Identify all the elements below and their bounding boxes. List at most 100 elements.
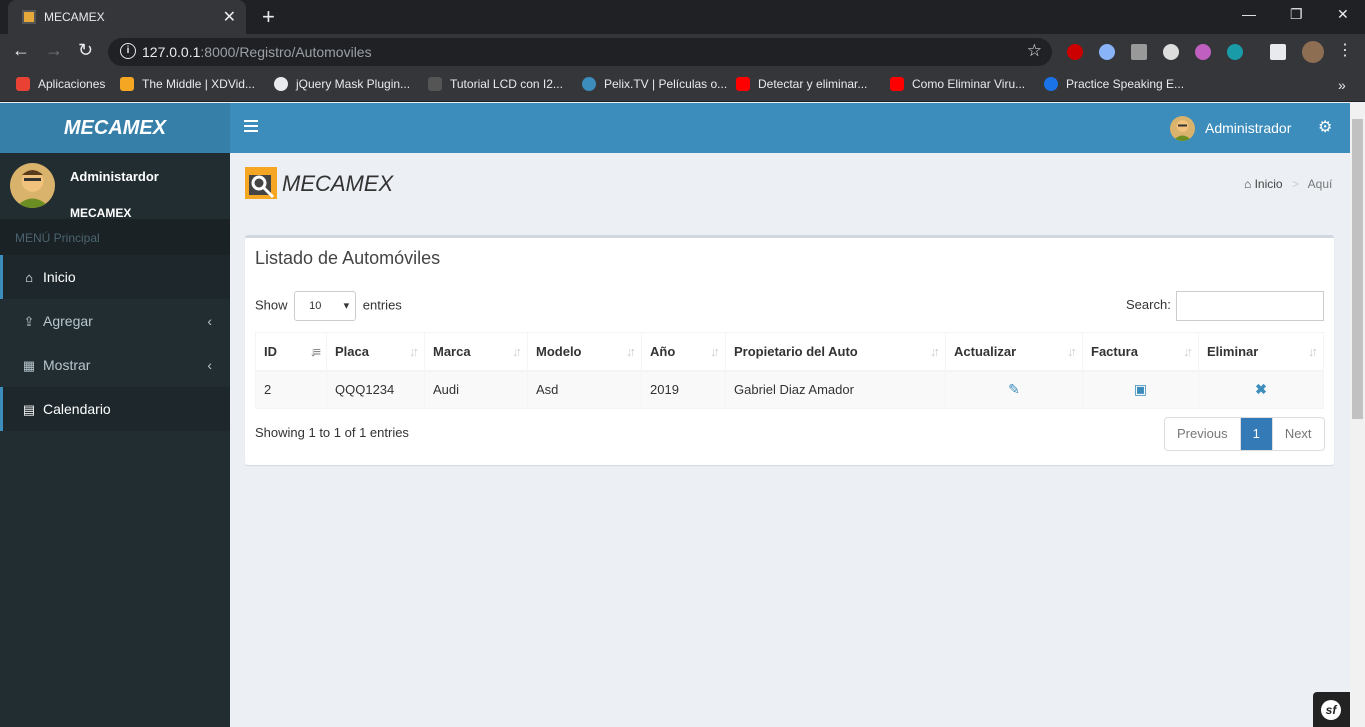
automoviles-table: ID ↓≡ Placa ↓↑ Marca ↓↑ Modelo ↓↑ Año ↓↑ Prop… — [255, 332, 1324, 409]
breadcrumb-home[interactable]: Inicio — [1255, 177, 1283, 191]
scrollbar-thumb[interactable] — [1352, 119, 1363, 419]
new-tab-icon[interactable]: + — [262, 4, 275, 30]
entries-length-select[interactable]: 10 — [294, 291, 357, 321]
sidebar-item-calendario[interactable]: ▤ Calendario — [0, 387, 230, 431]
globe-icon — [274, 77, 288, 91]
upload-icon: ⇪ — [23, 314, 35, 329]
bookmarks-bar: Aplicaciones The Middle | XDVid... jQuer… — [0, 70, 1365, 102]
sort-icon: ↓↑ — [1183, 344, 1193, 359]
browser-toolbar: ← → ↻ i 127.0.0.1:8000/Registro/Automovi… — [0, 34, 1365, 70]
back-icon[interactable]: ← — [12, 40, 30, 61]
column-header-placa[interactable]: Placa ↓↑ — [326, 332, 425, 372]
length-control: Show 10 entries — [255, 291, 402, 321]
bookmark-star-icon[interactable]: ☆ — [1027, 41, 1042, 61]
chevron-left-icon: ‹ — [207, 357, 212, 373]
bookmark-item[interactable]: The Middle | XDVid... — [120, 77, 255, 91]
column-header-eliminar[interactable]: Eliminar ↓↑ — [1198, 332, 1324, 372]
window-close-icon[interactable]: ✕ — [1337, 6, 1349, 23]
cell-factura: ▣ — [1082, 370, 1199, 409]
breadcrumb: ⌂ Inicio > Aquí — [1244, 177, 1333, 191]
extension-icon[interactable] — [1131, 44, 1147, 60]
cell-modelo: Asd — [527, 370, 642, 409]
sidebar-avatar — [10, 163, 55, 208]
browser-menu-icon[interactable]: ⋮ — [1337, 40, 1353, 60]
search-label: Search: — [1126, 297, 1171, 312]
bookmark-item[interactable]: Como Eliminar Viru... — [890, 77, 1025, 91]
column-header-propietario[interactable]: Propietario del Auto ↓↑ — [725, 332, 946, 372]
user-avatar[interactable] — [1170, 116, 1195, 141]
bookmark-item[interactable]: jQuery Mask Plugin... — [274, 77, 410, 91]
bookmark-item[interactable]: Detectar y eliminar... — [736, 77, 867, 91]
address-bar[interactable]: i 127.0.0.1:8000/Registro/Automoviles ☆ — [108, 38, 1052, 66]
mecamex-logo-icon — [245, 167, 277, 199]
sort-icon: ↓↑ — [1308, 344, 1318, 359]
invoice-file-icon[interactable]: ▣ — [1134, 381, 1147, 397]
column-header-anio[interactable]: Año ↓↑ — [641, 332, 726, 372]
sort-icon: ↓↑ — [409, 344, 419, 359]
delete-icon[interactable]: ✖ — [1255, 381, 1267, 397]
reload-icon[interactable]: ↻ — [78, 40, 93, 61]
xd-icon — [120, 77, 134, 91]
symfony-toolbar-toggle[interactable]: sf — [1313, 692, 1350, 727]
apps-grid-icon — [16, 77, 30, 91]
column-header-modelo[interactable]: Modelo ↓↑ — [527, 332, 642, 372]
restore-icon[interactable]: ❐ — [1290, 6, 1303, 23]
url-text: 127.0.0.1:8000/Registro/Automoviles — [142, 44, 372, 60]
adblock-icon[interactable] — [1067, 44, 1083, 60]
sidebar-section-header: MENÚ Principal — [0, 219, 230, 255]
search-input[interactable] — [1176, 291, 1324, 321]
more-bookmarks-icon[interactable]: » — [1338, 77, 1346, 93]
sort-icon: ↓↑ — [1067, 344, 1077, 359]
cell-placa: QQQ1234 — [326, 370, 425, 409]
bookmark-item[interactable]: Practice Speaking E... — [1044, 77, 1184, 91]
pelix-icon — [582, 77, 596, 91]
profile-avatar[interactable] — [1302, 41, 1324, 63]
browser-tab-strip: MECAMEX ✕ + — ❐ ✕ — [0, 0, 1365, 34]
cell-anio: 2019 — [641, 370, 726, 409]
practice-icon — [1044, 77, 1058, 91]
next-page-button[interactable]: Next — [1273, 418, 1324, 450]
forward-icon[interactable]: → — [45, 40, 63, 61]
column-header-actualizar[interactable]: Actualizar ↓↑ — [945, 332, 1083, 372]
extension-icon[interactable] — [1227, 44, 1243, 60]
bookmark-item[interactable]: Pelix.TV | Películas o... — [582, 77, 727, 91]
tab-close-icon[interactable]: ✕ — [223, 7, 236, 27]
page-scrollbar[interactable] — [1350, 103, 1365, 727]
browser-tab[interactable]: MECAMEX ✕ — [8, 0, 246, 34]
user-panel: Administardor MECAMEX — [0, 153, 230, 220]
previous-page-button[interactable]: Previous — [1165, 418, 1241, 450]
column-header-id[interactable]: ID ↓≡ — [255, 332, 327, 372]
sidebar-user-name: Administardor — [70, 169, 159, 184]
top-user-name[interactable]: Administrador — [1205, 120, 1291, 136]
sidebar-item-mostrar[interactable]: ▦ Mostrar ‹ — [0, 343, 230, 387]
symfony-icon: sf — [1321, 700, 1341, 720]
column-header-factura[interactable]: Factura ↓↑ — [1082, 332, 1199, 372]
table-info: Showing 1 to 1 of 1 entries — [255, 425, 409, 440]
bird-icon — [428, 77, 442, 91]
top-navbar: Administrador ⚙ — [230, 103, 1350, 153]
bookmark-item[interactable]: Aplicaciones — [16, 77, 105, 91]
extension-icon[interactable] — [1163, 44, 1179, 60]
media-control-icon[interactable] — [1270, 44, 1286, 60]
cell-id: 2 — [255, 370, 327, 409]
bookmark-item[interactable]: Tutorial LCD con I2... — [428, 77, 563, 91]
page-brand-title: MECAMEX — [282, 171, 394, 196]
calendar-icon: ▤ — [22, 402, 36, 417]
sidebar-item-inicio[interactable]: ⌂ Inicio — [0, 255, 230, 299]
sidebar-toggle-icon[interactable] — [244, 120, 258, 134]
sort-icon: ↓↑ — [710, 344, 720, 359]
page-1-button[interactable]: 1 — [1240, 418, 1273, 450]
sidebar-user-org: MECAMEX — [70, 206, 132, 220]
minimize-icon[interactable]: — — [1242, 6, 1256, 22]
extension-icon[interactable] — [1195, 44, 1211, 60]
sidebar-item-agregar[interactable]: ⇪ Agregar ‹ — [0, 299, 230, 343]
cell-propietario: Gabriel Diaz Amador — [725, 370, 946, 409]
app-logo[interactable]: MECAMEX — [0, 103, 230, 153]
sort-asc-icon: ↓≡ — [309, 344, 321, 359]
table-row: 2 QQQ1234 Audi Asd 2019 Gabriel Diaz Ama… — [255, 370, 1324, 409]
gears-icon[interactable]: ⚙ — [1318, 117, 1332, 137]
column-header-marca[interactable]: Marca ↓↑ — [424, 332, 528, 372]
edit-icon[interactable]: ✎ — [1008, 381, 1020, 397]
site-info-icon[interactable]: i — [120, 43, 136, 59]
extension-icon[interactable] — [1099, 44, 1115, 60]
